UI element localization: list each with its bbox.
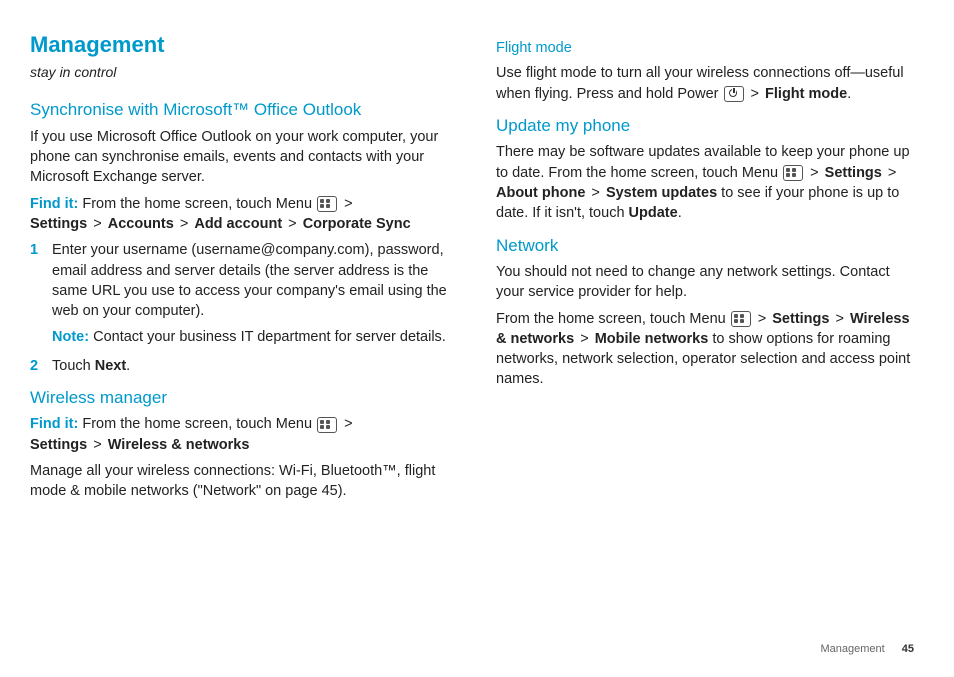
menu-icon [783,165,803,181]
path-accounts: Accounts [108,216,174,232]
wireless-heading: Wireless manager [30,388,448,408]
power-icon [724,86,744,102]
flight-mode-body: Use flight mode to turn all your wireles… [496,63,914,104]
sync-intro: If you use Microsoft Office Outlook on y… [30,127,448,188]
footer-section: Management [820,643,884,655]
sync-findit: Find it: From the home screen, touch Men… [30,194,448,235]
wireless-body: Manage all your wireless connections: Wi… [30,461,448,502]
update-heading: Update my phone [496,116,914,136]
path-mobile-networks: Mobile networks [595,331,709,347]
path-settings: Settings [772,311,829,327]
network-body-1: You should not need to change any networ… [496,262,914,303]
path-corporate-sync: Corporate Sync [303,216,411,232]
gt: > [340,196,353,212]
network-body-2: From the home screen, touch Menu > Setti… [496,309,914,390]
page-tagline: stay in control [30,63,448,83]
menu-icon [317,196,337,212]
menu-icon [317,417,337,433]
left-column: Management stay in control Synchronise w… [30,30,448,508]
step-1-note: Note: Contact your business IT departmen… [52,327,448,347]
step-2: Touch Next. [30,356,448,376]
step-1-text: Enter your username (username@company.co… [52,242,447,319]
path-system-updates: System updates [606,185,717,201]
flight-mode-label: Flight mode [765,86,847,102]
findit-pre: From the home screen, touch Menu [78,196,316,212]
note-body: Contact your business IT department for … [89,329,446,345]
step-2-action: Next [95,358,126,374]
network-heading: Network [496,236,914,256]
page-footer: Management 45 [820,642,914,657]
update-body: There may be software updates available … [496,142,914,223]
step-2-post: . [126,358,130,374]
path-settings: Settings [30,216,87,232]
note-label: Note: [52,329,89,345]
wireless-findit: Find it: From the home screen, touch Men… [30,414,448,455]
path-settings: Settings [30,437,87,453]
step-1: Enter your username (username@company.co… [30,240,448,347]
path-add-account: Add account [194,216,282,232]
step-2-pre: Touch [52,358,95,374]
network-pre: From the home screen, touch Menu [496,311,730,327]
menu-icon [731,311,751,327]
page-columns: Management stay in control Synchronise w… [30,30,914,508]
findit-label: Find it: [30,416,78,432]
sync-heading: Synchronise with Microsoft™ Office Outlo… [30,100,448,120]
page-title: Management [30,30,448,61]
path-about-phone: About phone [496,185,585,201]
path-settings: Settings [825,165,882,181]
footer-page-number: 45 [902,643,914,655]
right-column: Flight mode Use flight mode to turn all … [496,30,914,508]
path-update: Update [629,205,678,221]
findit-label: Find it: [30,196,78,212]
path-wireless-networks: Wireless & networks [108,437,250,453]
sync-steps: Enter your username (username@company.co… [30,240,448,376]
flight-mode-heading: Flight mode [496,40,914,57]
findit-pre: From the home screen, touch Menu [78,416,316,432]
